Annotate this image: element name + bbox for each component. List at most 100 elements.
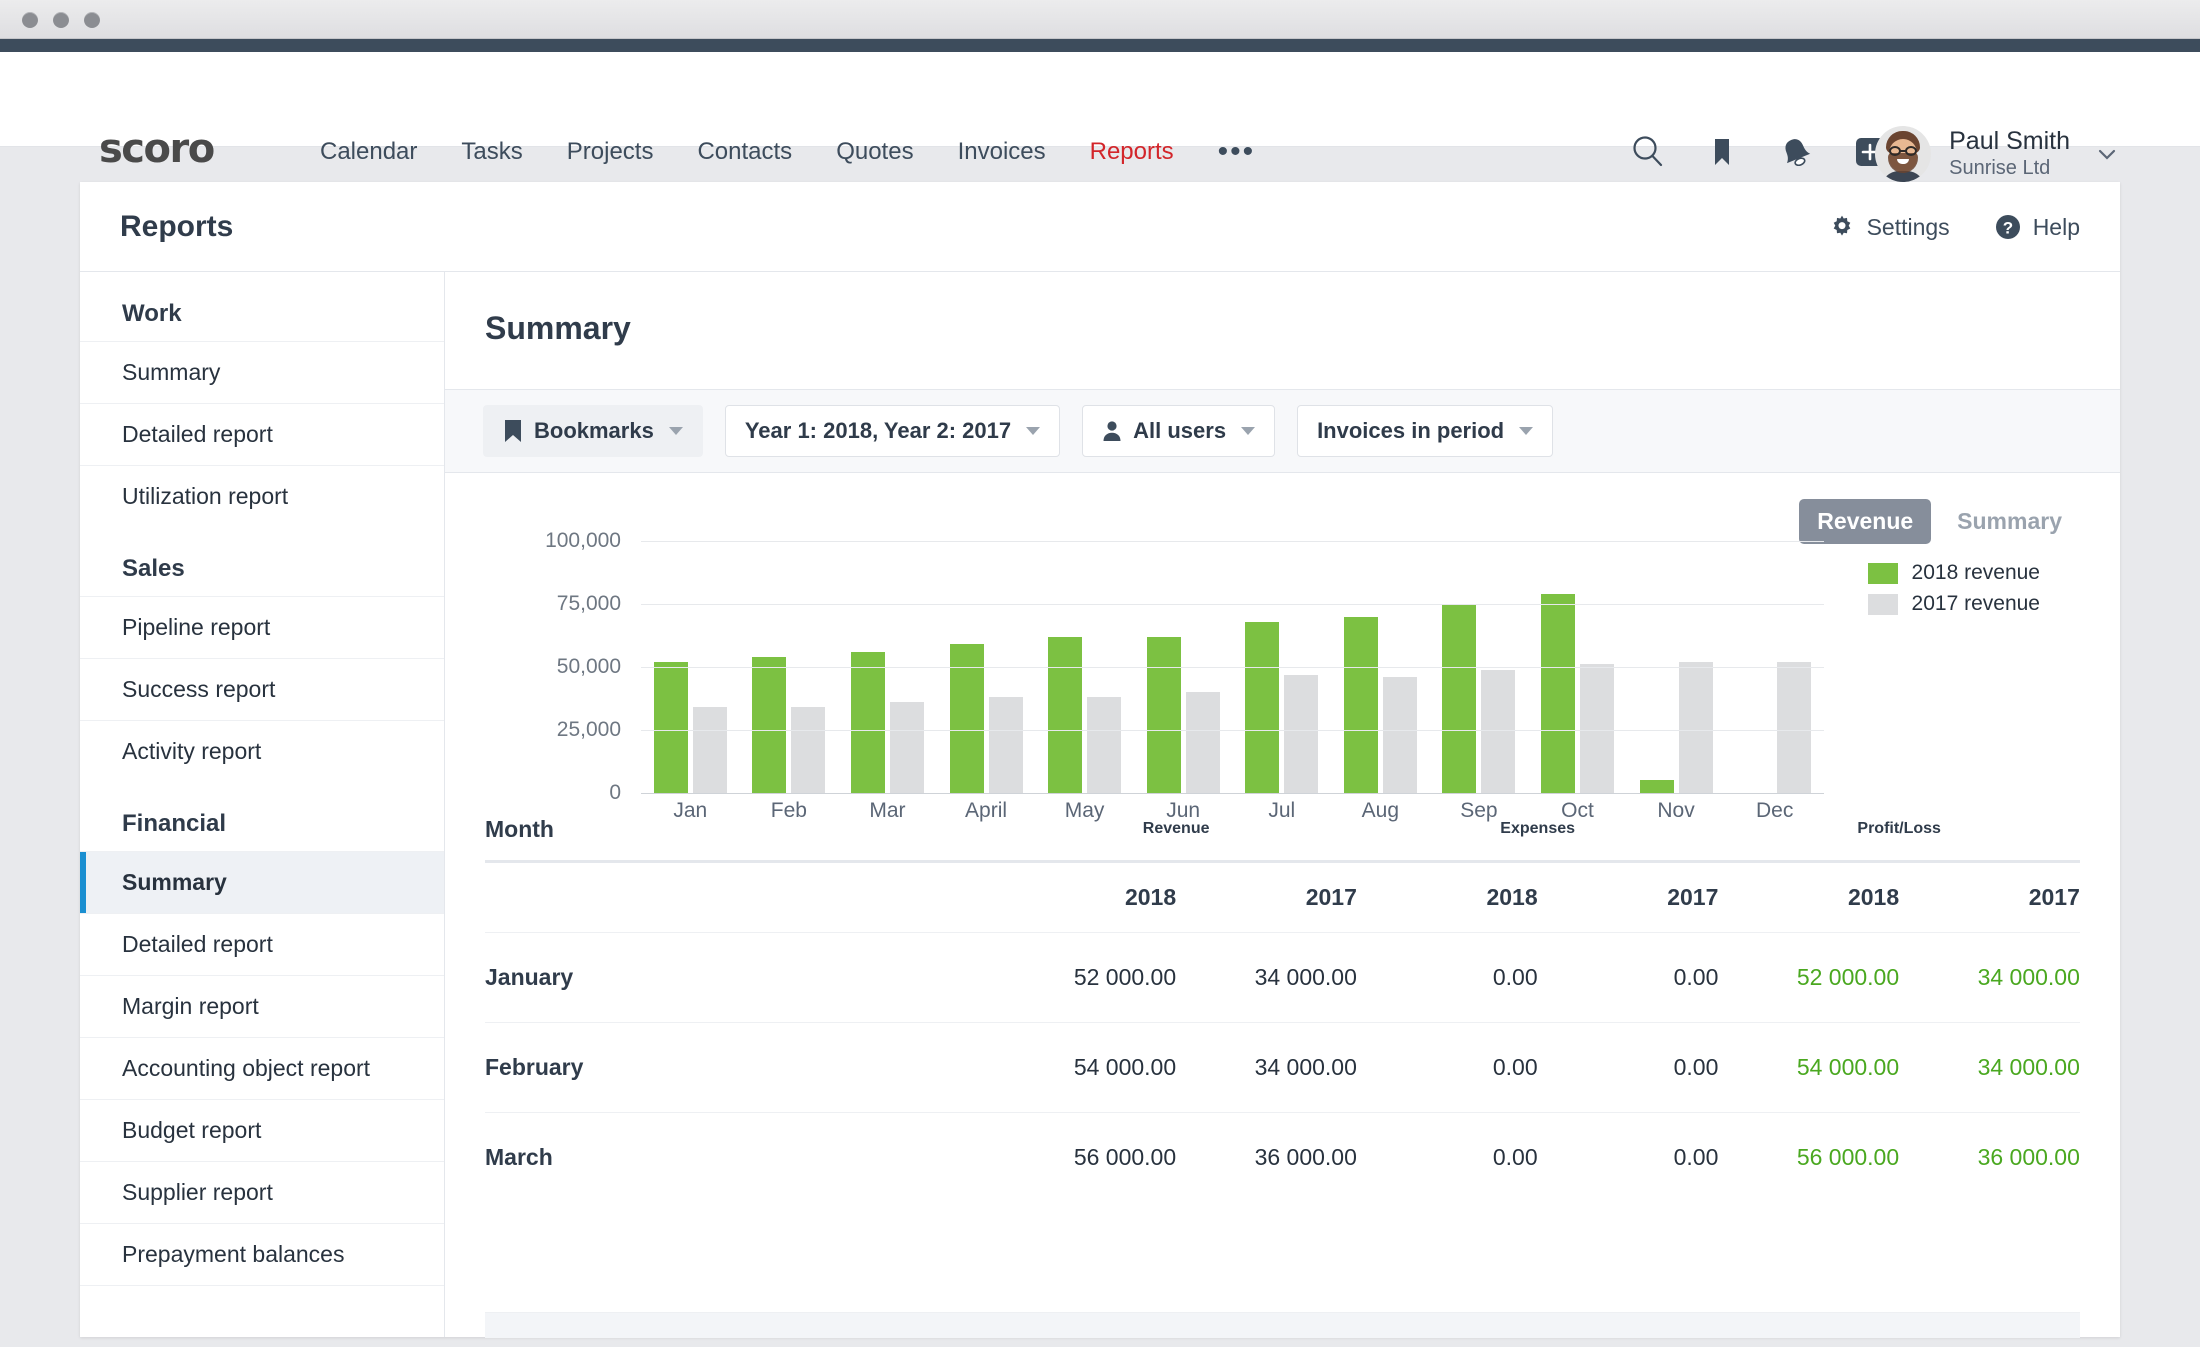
window-close-button[interactable] bbox=[22, 12, 38, 28]
sidebar-item-work-summary[interactable]: Summary bbox=[80, 341, 444, 403]
sidebar-item-label: Supplier report bbox=[122, 1179, 273, 1205]
sidebar-item-next[interactable] bbox=[80, 1285, 444, 1347]
chart-bar[interactable] bbox=[850, 651, 885, 793]
sidebar-item-financial-summary[interactable]: Summary bbox=[80, 851, 444, 913]
nav-more-icon[interactable]: ••• bbox=[1196, 136, 1278, 166]
year-range-filter-button[interactable]: Year 1: 2018, Year 2: 2017 bbox=[724, 405, 1061, 457]
sidebar-item-pipeline-report[interactable]: Pipeline report bbox=[80, 596, 444, 658]
window-minimize-button[interactable] bbox=[53, 12, 69, 28]
table-row-partial[interactable] bbox=[485, 1312, 2080, 1338]
chart-bar[interactable] bbox=[1048, 636, 1083, 793]
cell-revenue-2017: 34 000.00 bbox=[1254, 964, 1357, 990]
chevron-down-icon[interactable] bbox=[2094, 141, 2120, 167]
cell-expenses-2017: 0.00 bbox=[1673, 1054, 1719, 1080]
user-organization: Sunrise Ltd bbox=[1949, 156, 2051, 179]
table-row[interactable]: January 52 000.00 34 000.00 0.00 0.00 52… bbox=[485, 932, 2080, 1022]
sidebar-item-accounting-object-report[interactable]: Accounting object report bbox=[80, 1037, 444, 1099]
window-controls[interactable] bbox=[22, 12, 100, 28]
y-axis-tick-label: 75,000 bbox=[556, 592, 621, 615]
sidebar-item-activity-report[interactable]: Activity report bbox=[80, 720, 444, 782]
sidebar-item-label: Activity report bbox=[122, 738, 262, 764]
cell-revenue-2018: 56 000.00 bbox=[1073, 1144, 1177, 1170]
sidebar-item-label: Prepayment balances bbox=[122, 1241, 345, 1267]
sidebar-item-work-utilization-report[interactable]: Utilization report bbox=[80, 465, 444, 527]
cell-expenses-2017: 0.00 bbox=[1673, 964, 1719, 990]
chart-bar[interactable] bbox=[1639, 780, 1674, 793]
sidebar-item-prepayment-balances[interactable]: Prepayment balances bbox=[80, 1223, 444, 1285]
settings-label: Settings bbox=[1866, 213, 1950, 240]
chart-bar[interactable] bbox=[988, 697, 1023, 793]
cell-revenue-2018: 54 000.00 bbox=[1073, 1054, 1177, 1080]
chart-bar[interactable] bbox=[752, 656, 787, 793]
chart-bar[interactable] bbox=[1245, 621, 1280, 793]
cell-profit-2018: 52 000.00 bbox=[1796, 964, 1900, 990]
chart-bar[interactable] bbox=[1579, 664, 1614, 793]
sidebar-item-work-detailed-report[interactable]: Detailed report bbox=[80, 403, 444, 465]
chart-bar[interactable] bbox=[1284, 674, 1319, 793]
chart-y-axis: 0 25,000 50,000 75,000 100,000 bbox=[445, 529, 621, 804]
tab-revenue[interactable]: Revenue bbox=[1799, 499, 1932, 544]
chart-bar[interactable] bbox=[791, 707, 826, 793]
cell-profit-2018: 56 000.00 bbox=[1796, 1144, 1900, 1170]
chart-bar[interactable] bbox=[1343, 616, 1378, 793]
chevron-down-icon bbox=[1026, 427, 1041, 435]
gridline bbox=[641, 730, 1824, 731]
browser-chrome-strip bbox=[0, 39, 2200, 52]
cell-expenses-2018: 0.00 bbox=[1492, 964, 1538, 990]
chart-bar[interactable] bbox=[653, 661, 688, 793]
table-row[interactable]: March 56 000.00 36 000.00 0.00 0.00 56 0… bbox=[485, 1112, 2080, 1202]
chart-bar[interactable] bbox=[1185, 692, 1220, 793]
cell-revenue-2018: 52 000.00 bbox=[1073, 964, 1177, 990]
chart-bar[interactable] bbox=[1678, 661, 1713, 793]
users-filter-button[interactable]: All users bbox=[1082, 405, 1276, 457]
cell-expenses-2017: 0.00 bbox=[1673, 1144, 1719, 1170]
chevron-down-icon bbox=[1519, 427, 1534, 435]
filter-toolbar: Bookmarks Year 1: 2018, Year 2: 2017 All… bbox=[445, 389, 2120, 473]
sidebar-item-financial-detailed-report[interactable]: Detailed report bbox=[80, 913, 444, 975]
chart-bar[interactable] bbox=[1777, 661, 1812, 793]
cell-profit-2017: 34 000.00 bbox=[1977, 1054, 2080, 1080]
chart-bar[interactable] bbox=[692, 707, 727, 793]
page-title: Reports bbox=[120, 209, 234, 243]
sidebar-item-margin-report[interactable]: Margin report bbox=[80, 975, 444, 1037]
bookmarks-filter-button[interactable]: Bookmarks bbox=[483, 405, 703, 457]
period-filter-button[interactable]: Invoices in period bbox=[1297, 405, 1554, 457]
help-button[interactable]: ? Help bbox=[1994, 213, 2080, 241]
column-header-profit-2018: 2018 bbox=[1847, 884, 1900, 910]
user-menu[interactable]: Paul Smith Sunrise Ltd bbox=[1875, 126, 2120, 182]
chart-bar[interactable] bbox=[1146, 636, 1181, 793]
avatar bbox=[1875, 126, 1932, 182]
chart-bar[interactable] bbox=[1382, 677, 1417, 793]
table-row[interactable]: February 54 000.00 34 000.00 0.00 0.00 5… bbox=[485, 1022, 2080, 1112]
chart-bar[interactable] bbox=[1442, 604, 1477, 793]
chart-bar[interactable] bbox=[1087, 697, 1122, 793]
column-header-expenses: Expenses bbox=[1500, 820, 1576, 837]
card-header-actions: Settings ? Help bbox=[1828, 182, 2080, 272]
svg-text:?: ? bbox=[2002, 219, 2012, 238]
gridline bbox=[641, 793, 1824, 794]
window-maximize-button[interactable] bbox=[84, 12, 100, 28]
bookmark-icon[interactable] bbox=[1704, 134, 1740, 170]
sidebar-item-label: Utilization report bbox=[122, 483, 289, 509]
search-icon[interactable] bbox=[1630, 134, 1666, 170]
bookmark-icon bbox=[505, 420, 521, 442]
settings-button[interactable]: Settings bbox=[1828, 213, 1950, 241]
chart-bar[interactable] bbox=[1481, 669, 1516, 793]
column-header-revenue: Revenue bbox=[1142, 820, 1210, 837]
sidebar-group-sales: Sales bbox=[122, 555, 185, 582]
sidebar-item-label: Summary bbox=[122, 359, 221, 385]
sidebar-item-budget-report[interactable]: Budget report bbox=[80, 1099, 444, 1161]
cell-revenue-2017: 34 000.00 bbox=[1254, 1054, 1357, 1080]
cell-expenses-2018: 0.00 bbox=[1492, 1144, 1538, 1170]
cell-month: January bbox=[485, 964, 574, 990]
scoro-logo[interactable]: scoro bbox=[99, 126, 215, 172]
tab-summary[interactable]: Summary bbox=[1939, 499, 2080, 544]
logo-wordmark: scoro bbox=[99, 126, 215, 172]
chart-bar[interactable] bbox=[1540, 593, 1575, 793]
cell-revenue-2017: 36 000.00 bbox=[1254, 1144, 1357, 1170]
sidebar-item-supplier-report[interactable]: Supplier report bbox=[80, 1161, 444, 1223]
chart-bar[interactable] bbox=[889, 702, 924, 793]
sidebar-item-success-report[interactable]: Success report bbox=[80, 658, 444, 720]
bell-icon[interactable] bbox=[1778, 134, 1814, 170]
column-header-month: Month bbox=[485, 815, 554, 842]
